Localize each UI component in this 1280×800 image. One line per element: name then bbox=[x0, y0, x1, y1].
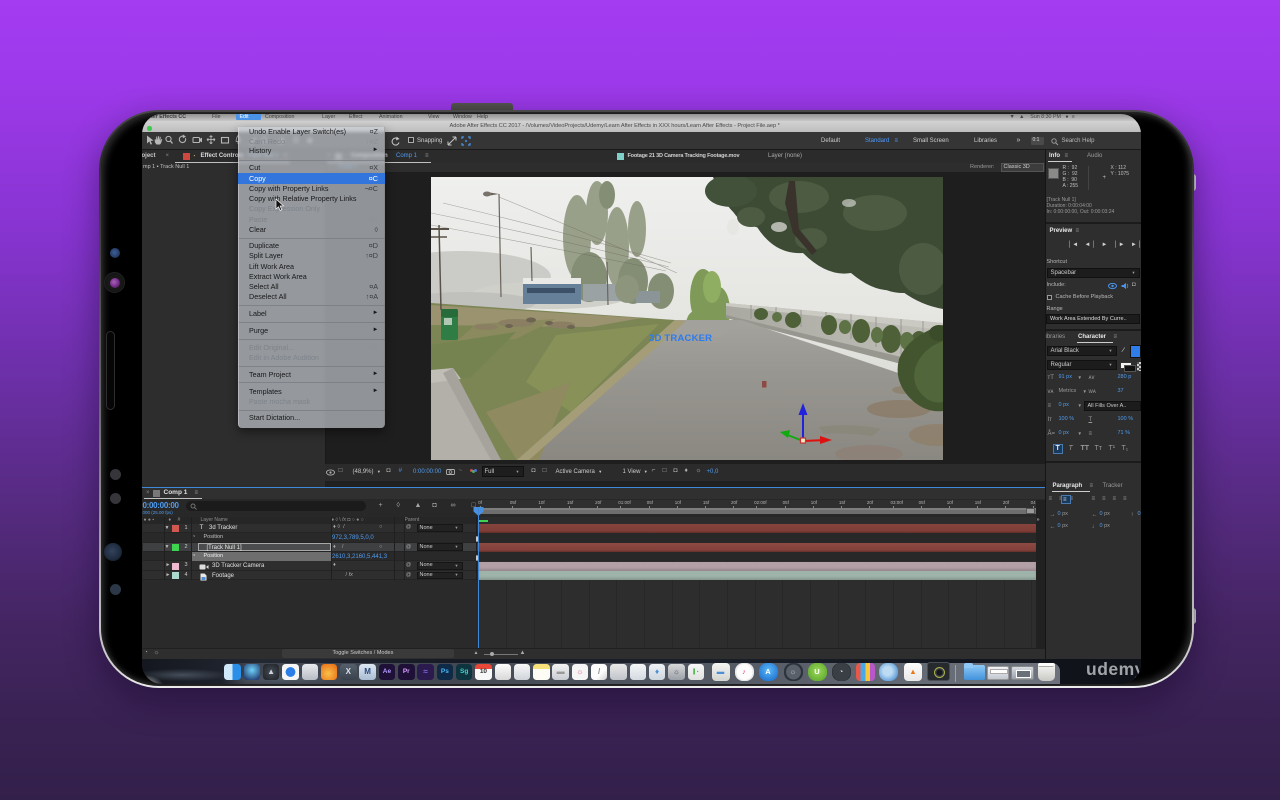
svg-text:3D TRACKER: 3D TRACKER bbox=[649, 333, 712, 344]
